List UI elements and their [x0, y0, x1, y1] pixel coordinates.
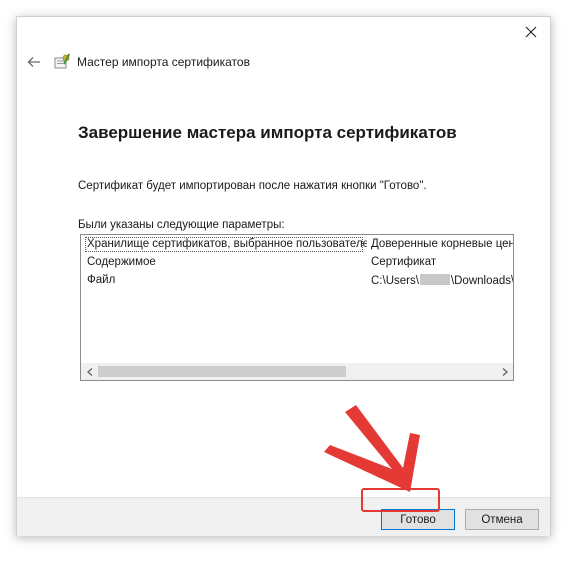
params-list[interactable]: Хранилище сертификатов, выбранное пользо…: [80, 234, 514, 381]
param-value: C:\Users\ \Downloads\K: [371, 274, 513, 287]
back-arrow-icon: [27, 57, 40, 67]
scroll-right-button[interactable]: [496, 363, 513, 380]
param-name: Содержимое: [87, 256, 156, 268]
scroll-left-button[interactable]: [81, 363, 98, 380]
redacted-username: [419, 274, 450, 285]
horizontal-scrollbar[interactable]: [81, 363, 513, 380]
window-title: Мастер импорта сертификатов: [77, 55, 250, 69]
finish-button[interactable]: Готово: [381, 509, 455, 530]
close-button[interactable]: [518, 19, 544, 45]
info-text: Сертификат будет импортирован после нажа…: [78, 180, 427, 192]
back-button[interactable]: [23, 51, 45, 73]
close-icon: [525, 26, 537, 38]
param-value: Доверенные корневые цент: [371, 238, 513, 250]
certificate-import-wizard-window: Мастер импорта сертификатов Завершение м…: [16, 16, 551, 536]
param-value: Сертификат: [371, 256, 437, 268]
screenshot: Мастер импорта сертификатов Завершение м…: [0, 0, 573, 561]
button-bar: Готово Отмена: [17, 497, 550, 536]
certificate-icon: [54, 53, 71, 69]
list-item[interactable]: Содержимое Сертификат: [81, 254, 513, 272]
list-item[interactable]: Файл C:\Users\ \Downloads\K: [81, 272, 513, 290]
path-suffix: \Downloads\K: [450, 275, 513, 287]
scroll-thumb[interactable]: [98, 366, 346, 377]
scroll-right-icon: [502, 367, 508, 376]
param-name: Хранилище сертификатов, выбранное пользо…: [87, 238, 367, 250]
scroll-left-icon: [86, 367, 92, 376]
param-name: Файл: [87, 274, 116, 286]
list-item[interactable]: Хранилище сертификатов, выбранное пользо…: [81, 236, 513, 254]
path-prefix: C:\Users\: [371, 275, 419, 287]
params-label: Были указаны следующие параметры:: [78, 219, 285, 231]
page-title: Завершение мастера импорта сертификатов: [78, 123, 457, 142]
cancel-button[interactable]: Отмена: [465, 509, 539, 530]
